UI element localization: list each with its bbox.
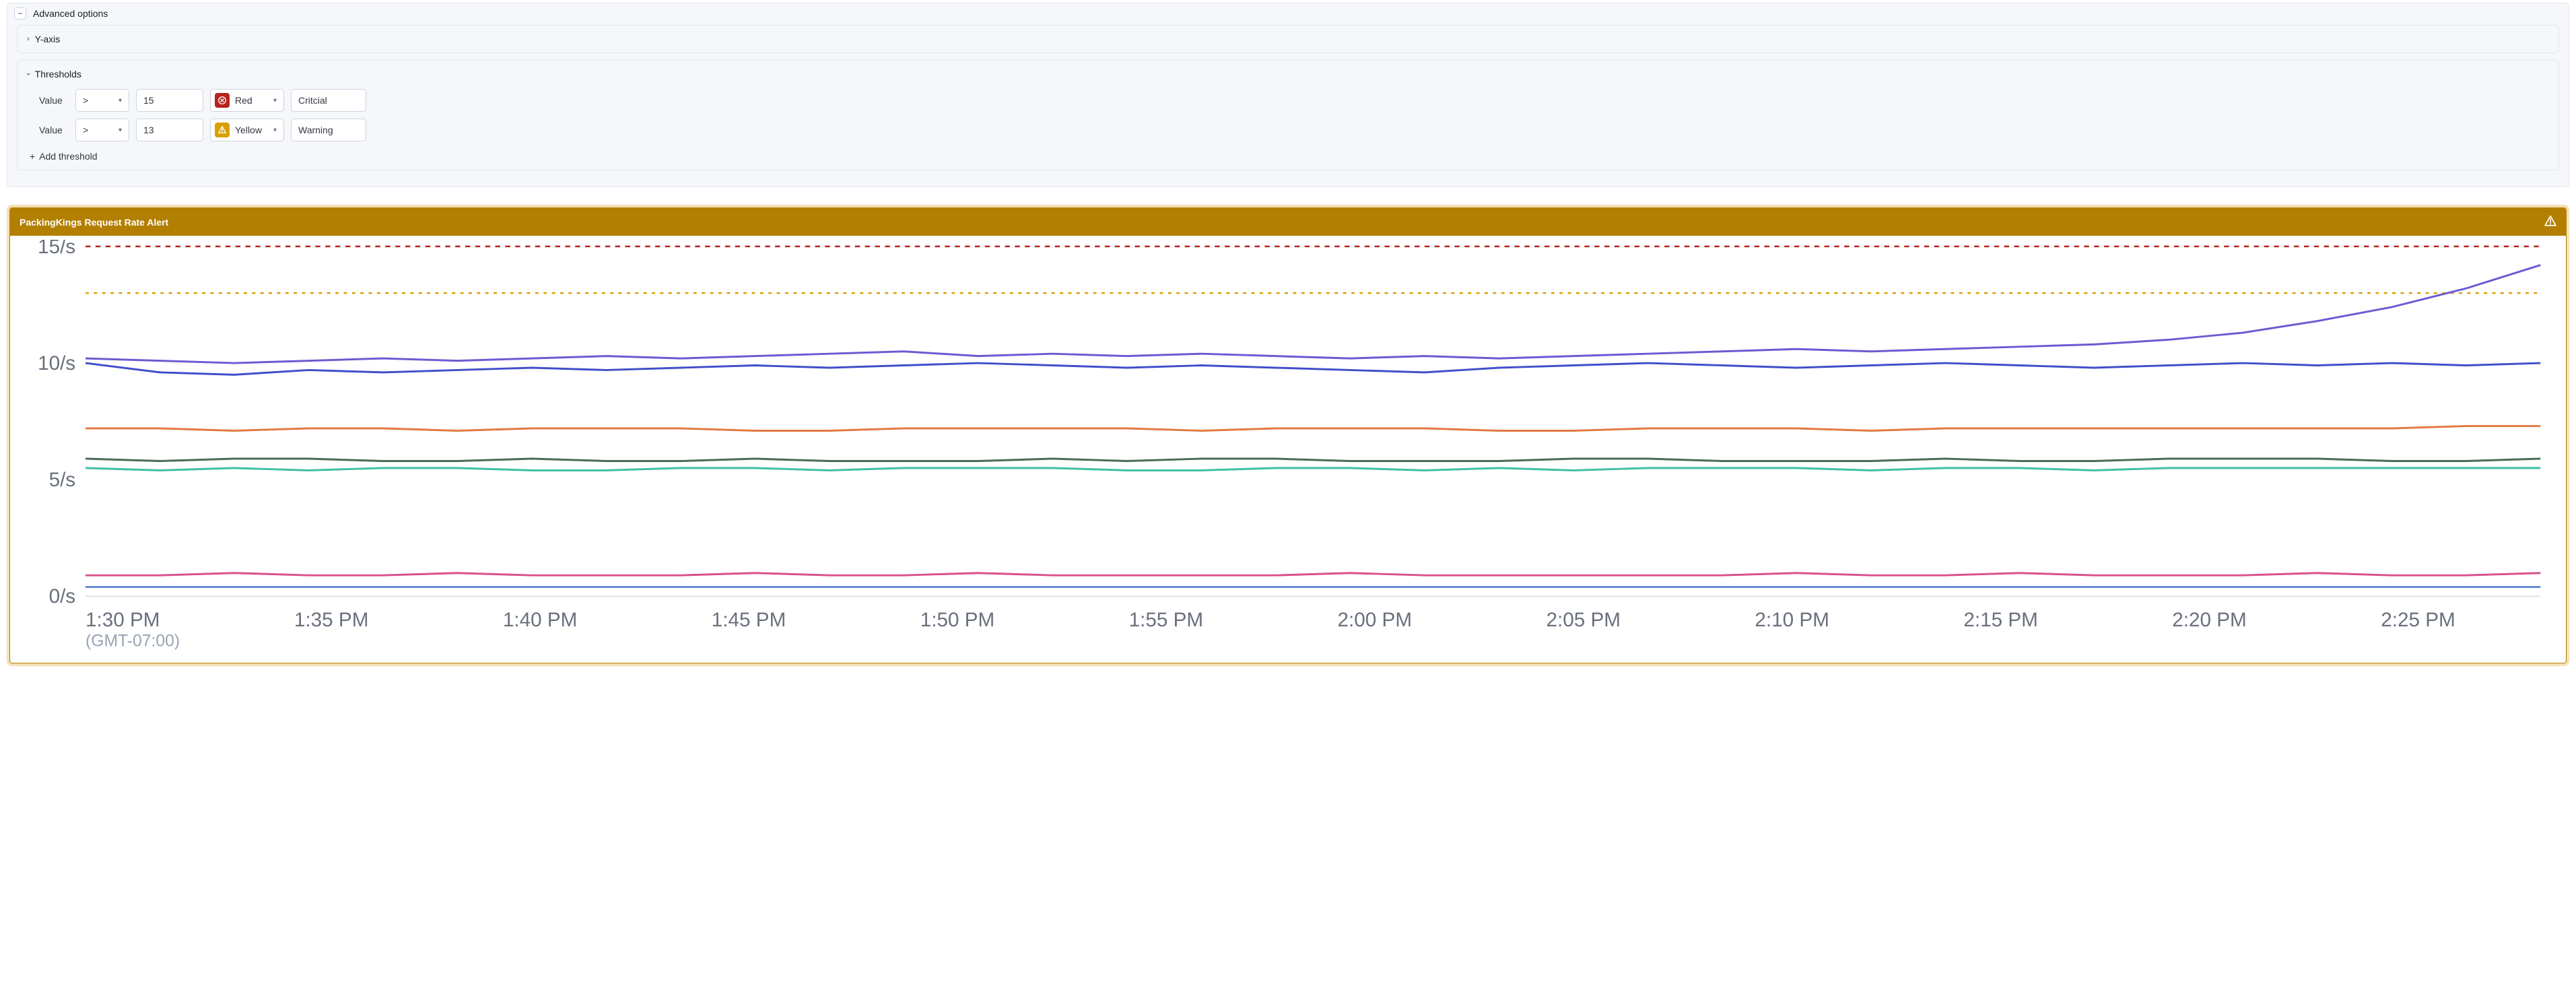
threshold-label-input[interactable]: Warning (291, 119, 366, 141)
thresholds-section: › Thresholds Value > ▾ 15 Red ▾ Cr (17, 60, 2559, 170)
svg-text:1:40 PM: 1:40 PM (503, 609, 578, 631)
add-threshold-button[interactable]: + Add threshold (30, 151, 98, 162)
chart-svg: 0/s 5/s 10/s 15/s 1:30 PM 1:35 PM 1:40 PM 1:45 … (22, 240, 2554, 656)
advanced-options-title: Advanced options (33, 8, 108, 19)
collapse-toggle-icon[interactable]: − (14, 7, 26, 20)
threshold-value-input[interactable]: 13 (136, 119, 203, 141)
chevron-down-icon: ▾ (273, 97, 277, 104)
threshold-color-select[interactable]: Red ▾ (210, 89, 284, 112)
chart-plot-area[interactable]: 0/s 5/s 10/s 15/s 1:30 PM 1:35 PM 1:40 PM 1:45 … (10, 236, 2566, 663)
threshold-label-input[interactable]: Critcial (291, 89, 366, 112)
svg-text:2:20 PM: 2:20 PM (2172, 609, 2247, 631)
thresholds-label: Thresholds (35, 69, 81, 79)
chevron-down-icon: ▾ (118, 127, 122, 134)
threshold-op-value: > (83, 95, 88, 106)
svg-text:1:45 PM: 1:45 PM (712, 609, 786, 631)
threshold-value-label: Value (39, 95, 69, 106)
svg-text:10/s: 10/s (38, 352, 75, 374)
threshold-op-select[interactable]: > ▾ (75, 89, 129, 112)
svg-text:5/s: 5/s (49, 469, 76, 491)
svg-text:0/s: 0/s (49, 585, 76, 608)
chart-title: PackingKings Request Rate Alert (20, 217, 168, 228)
threshold-op-select[interactable]: > ▾ (75, 119, 129, 141)
threshold-value-label: Value (39, 125, 69, 135)
threshold-row: Value > ▾ 13 Yellow ▾ Warning (39, 119, 2549, 141)
chevron-down-icon: ▾ (273, 127, 277, 134)
add-threshold-label: Add threshold (39, 151, 97, 162)
warning-triangle-icon (215, 123, 230, 137)
thresholds-header[interactable]: › Thresholds (27, 69, 2549, 79)
svg-text:1:35 PM: 1:35 PM (294, 609, 369, 631)
threshold-row: Value > ▾ 15 Red ▾ Critcial (39, 89, 2549, 112)
svg-text:2:05 PM: 2:05 PM (1546, 609, 1621, 631)
plus-icon: + (30, 151, 35, 162)
chart-header: PackingKings Request Rate Alert (10, 208, 2566, 236)
threshold-op-value: > (83, 125, 88, 135)
threshold-color-name: Yellow (235, 125, 262, 135)
threshold-color-name: Red (235, 95, 252, 106)
chevron-down-icon: ▾ (118, 97, 122, 104)
yaxis-section[interactable]: › Y-axis (17, 25, 2559, 53)
threshold-value-input[interactable]: 15 (136, 89, 203, 112)
svg-text:1:30 PM: 1:30 PM (86, 609, 160, 631)
chart-widget-wrap: PackingKings Request Rate Alert 0/s 5/s 10… (7, 205, 2569, 666)
warning-triangle-icon[interactable] (2544, 215, 2556, 229)
chevron-down-icon: › (24, 73, 32, 75)
svg-text:2:00 PM: 2:00 PM (1338, 609, 1413, 631)
close-circle-icon (215, 93, 230, 108)
chevron-right-icon: › (27, 35, 30, 43)
svg-text:1:55 PM: 1:55 PM (1129, 609, 1204, 631)
chart-widget: PackingKings Request Rate Alert 0/s 5/s 10… (9, 207, 2567, 663)
advanced-options-panel: − Advanced options › Y-axis › Thresholds… (7, 3, 2569, 187)
yaxis-label: Y-axis (35, 34, 61, 44)
svg-text:1:50 PM: 1:50 PM (920, 609, 995, 631)
svg-text:15/s: 15/s (38, 240, 75, 258)
threshold-color-select[interactable]: Yellow ▾ (210, 119, 284, 141)
svg-text:2:10 PM: 2:10 PM (1755, 609, 1829, 631)
svg-text:2:15 PM: 2:15 PM (1963, 609, 2038, 631)
svg-text:(GMT-07:00): (GMT-07:00) (86, 632, 180, 651)
svg-text:2:25 PM: 2:25 PM (2381, 609, 2455, 631)
